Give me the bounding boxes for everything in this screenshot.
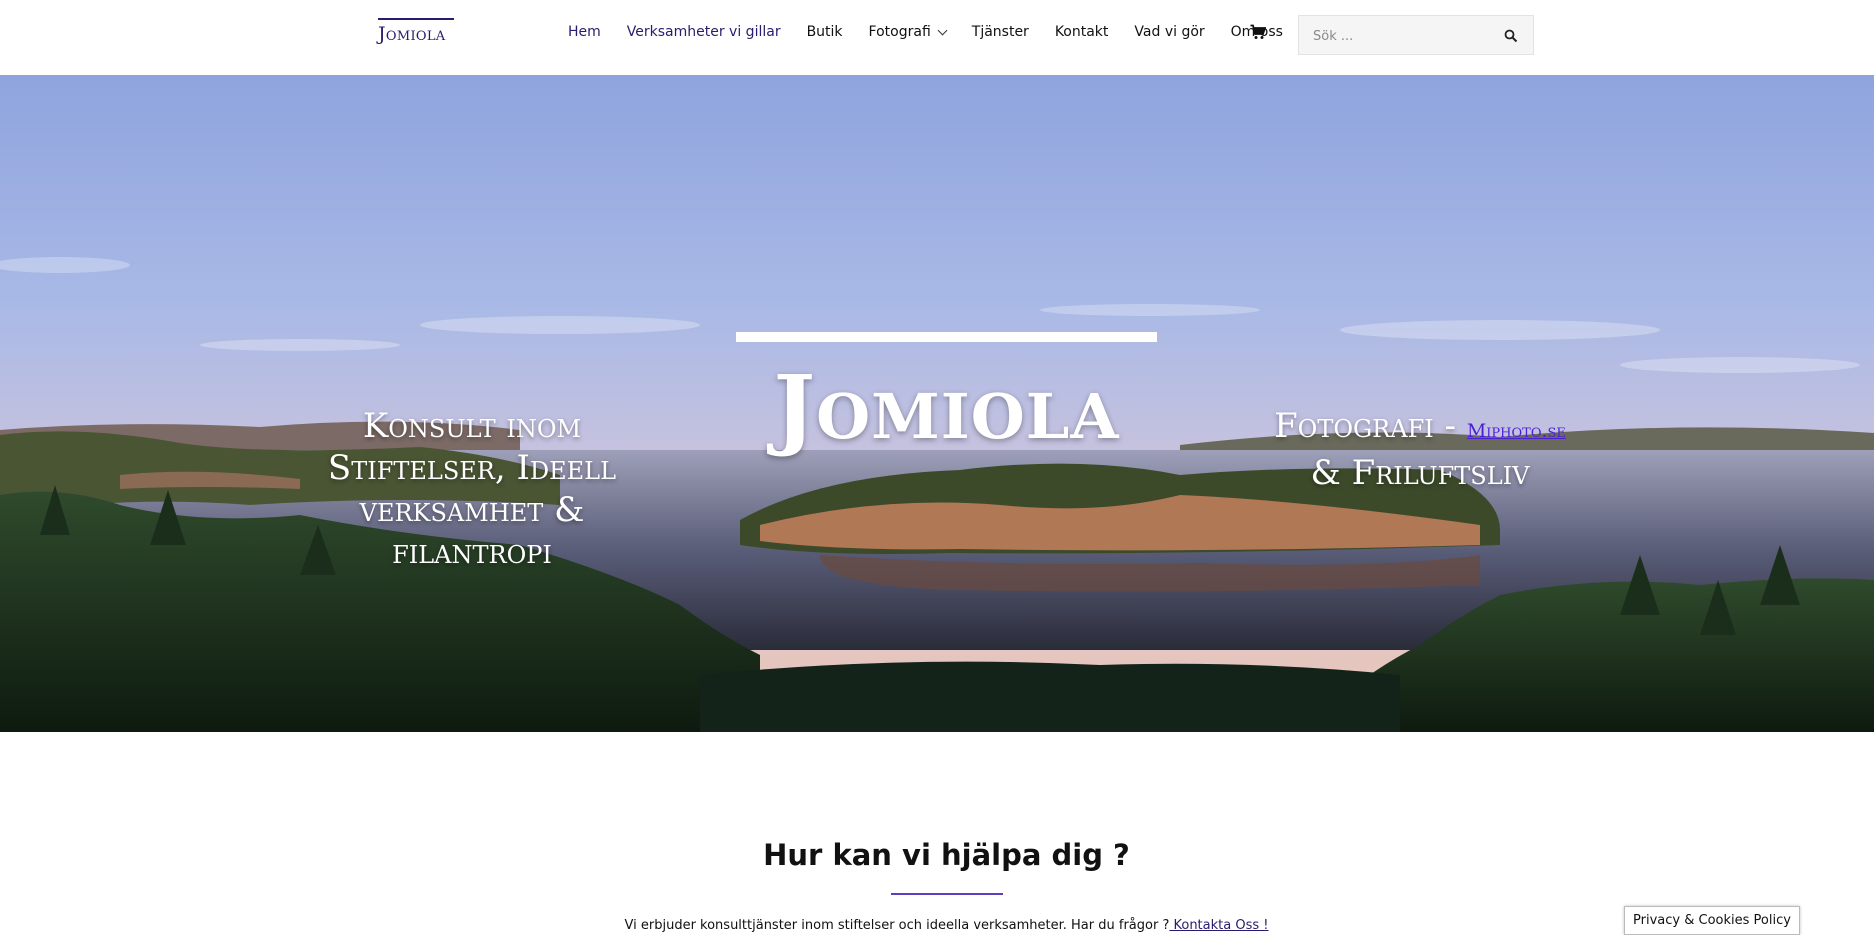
hero-title-rule (736, 332, 1157, 342)
nav-item-butik[interactable]: Butik (807, 24, 843, 40)
nav-item-tjanster[interactable]: Tjänster (972, 24, 1029, 40)
search-icon[interactable] (1503, 28, 1519, 44)
search-input[interactable] (1313, 26, 1493, 46)
search-box (1298, 15, 1534, 55)
nav-item-hem[interactable]: Hem (568, 24, 601, 40)
section-intro: Vi erbjuder konsulttjänster inom stiftel… (0, 918, 1874, 933)
hero-right-tagline: Fotografi - Miphoto.se & Friluftsliv (1240, 405, 1600, 494)
section-divider (891, 893, 1003, 895)
site-logo[interactable]: Jomiola (378, 18, 454, 46)
chevron-down-icon (937, 25, 948, 35)
hero-left-tagline: Konsult inom Stiftelser, Ideell verksamh… (327, 406, 617, 572)
hero-title: Jomiola (773, 355, 1120, 459)
main-nav: Hem Verksamheter vi gillar Butik Fotogra… (568, 24, 1283, 40)
nav-item-vad-vi-gor[interactable]: Vad vi gör (1134, 24, 1204, 40)
contact-us-link[interactable]: Kontakta Oss ! (1169, 918, 1268, 933)
site-header: Jomiola Hem Verksamheter vi gillar Butik… (0, 0, 1874, 75)
nav-item-fotografi-label: Fotografi (868, 24, 931, 40)
hero-right-prefix: Fotografi - (1274, 406, 1467, 446)
miphoto-link[interactable]: Miphoto.se (1467, 420, 1566, 442)
nav-item-fotografi[interactable]: Fotografi (868, 24, 948, 40)
section-title: Hur kan vi hjälpa dig ? (763, 838, 1130, 872)
section-intro-text: Vi erbjuder konsulttjänster inom stiftel… (624, 918, 1170, 933)
cart-icon[interactable] (1250, 24, 1267, 40)
cookie-policy-button[interactable]: Privacy & Cookies Policy (1624, 906, 1800, 935)
nav-item-kontakt[interactable]: Kontakt (1055, 24, 1109, 40)
hero-right-suffix: & Friluftsliv (1310, 453, 1530, 493)
nav-item-verksamheter[interactable]: Verksamheter vi gillar (627, 24, 781, 40)
hero-banner: Jomiola Konsult inom Stiftelser, Ideell … (0, 75, 1874, 732)
